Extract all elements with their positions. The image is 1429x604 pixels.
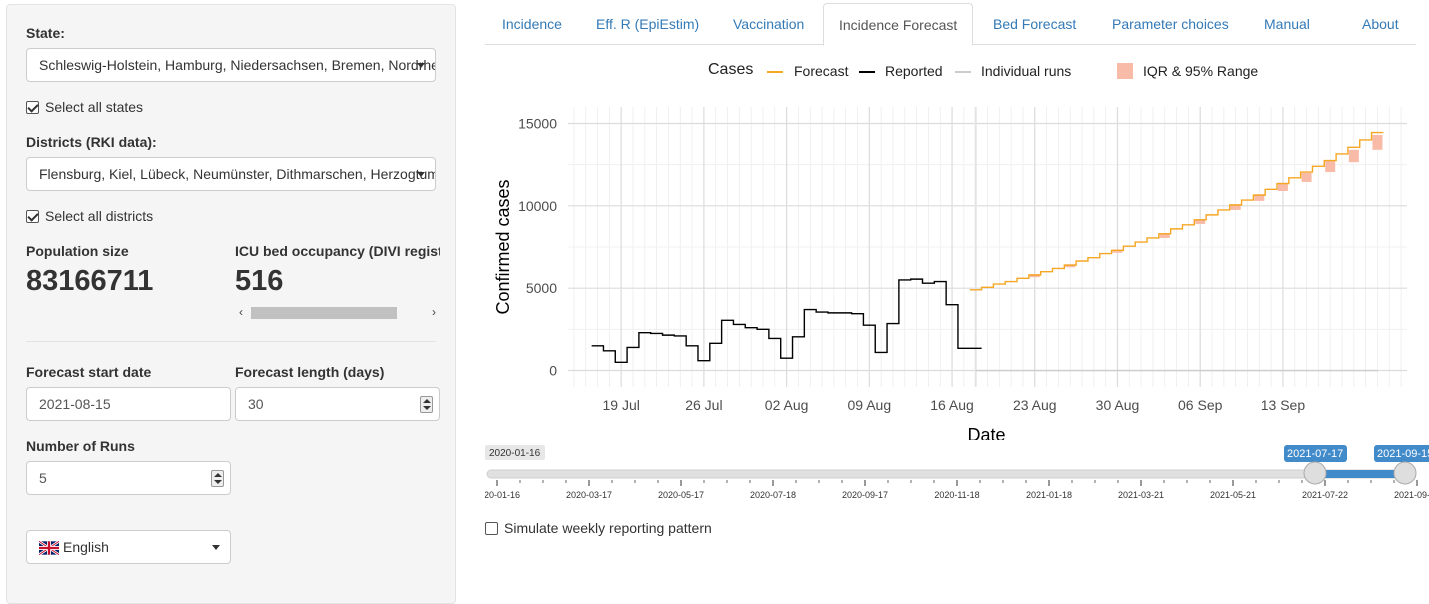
- x-tick-label: 13 Sep: [1261, 397, 1306, 413]
- stepper-icon[interactable]: [211, 470, 224, 487]
- language-value: English: [63, 539, 109, 555]
- scroll-right-icon[interactable]: ›: [432, 305, 436, 319]
- state-label: State:: [26, 25, 65, 41]
- slider-grid-label: 2021-09-15: [1394, 490, 1429, 500]
- slider-grid-label: 2021-03-21: [1118, 490, 1164, 500]
- x-tick-label: 30 Aug: [1096, 397, 1140, 413]
- y-axis-title: Confirmed cases: [493, 179, 513, 314]
- tab-eff-r[interactable]: Eff. R (EpiEstim): [581, 3, 714, 45]
- x-tick-label: 09 Aug: [848, 397, 892, 413]
- y-tick-label: 5000: [526, 280, 557, 296]
- slider-to-handle[interactable]: [1393, 461, 1417, 485]
- tab-bar: Incidence Eff. R (EpiEstim) Vaccination …: [485, 3, 1416, 46]
- slider-grid-label: 2020-03-17: [566, 490, 612, 500]
- y-tick-label: 15000: [518, 115, 557, 131]
- stepper-icon[interactable]: [420, 396, 433, 413]
- x-tick-label: 19 Jul: [602, 397, 639, 413]
- forecast-start-label: Forecast start date: [26, 364, 152, 380]
- population-value: 83166711: [26, 265, 154, 297]
- x-tick-label: 16 Aug: [930, 397, 974, 413]
- tab-incidence[interactable]: Incidence: [487, 3, 577, 45]
- tab-parameter-choices[interactable]: Parameter choices: [1097, 3, 1244, 45]
- x-tick-label: 06 Sep: [1178, 397, 1223, 413]
- icu-label: ICU bed occupancy (DIVI register): [235, 243, 440, 259]
- incidence-forecast-chart: 0 5000 10000 15000 19 Jul 26 Jul 02 Aug 09 Aug 1…: [493, 107, 1407, 440]
- slider-track[interactable]: [486, 469, 1408, 479]
- language-select[interactable]: English: [26, 530, 231, 564]
- districts-select-value: Flensburg, Kiel, Lübeck, Neumünster, Dit…: [39, 166, 436, 182]
- scrollbar-thumb[interactable]: [251, 307, 397, 319]
- checkbox-icon[interactable]: [485, 522, 498, 535]
- slider-grid-label: 2021-05-21: [1210, 490, 1256, 500]
- x-tick-label: 26 Jul: [685, 397, 722, 413]
- range-band-segment: [1325, 160, 1336, 173]
- slider-grid-label: 2020-11-18: [934, 490, 979, 500]
- y-tick-label: 0: [549, 363, 557, 379]
- chevron-down-icon: [417, 172, 425, 177]
- slider-grid-label: 2021-01-18: [1026, 490, 1072, 500]
- checkbox-icon[interactable]: [26, 210, 39, 223]
- slider-grid-label: 2020-05-17: [658, 490, 704, 500]
- state-select-value: Schleswig-Holstein, Hamburg, Niedersachs…: [39, 57, 435, 73]
- select-all-states-checkbox[interactable]: Select all states: [26, 99, 143, 115]
- slider-grid: 2020-01-16 2020-03-17 2020-05-17 2020-07-18…: [485, 480, 1429, 500]
- icu-value: 516: [235, 265, 284, 297]
- divider: [26, 341, 436, 342]
- tab-incidence-forecast[interactable]: Incidence Forecast: [823, 3, 974, 46]
- runs-value: 5: [39, 470, 47, 486]
- tab-vaccination[interactable]: Vaccination: [718, 3, 819, 45]
- forecast-length-input[interactable]: 30: [235, 387, 440, 421]
- range-band-segment: [1348, 149, 1359, 163]
- range-band-segment: [1372, 135, 1383, 150]
- tab-manual[interactable]: Manual: [1249, 3, 1325, 45]
- scroll-left-icon[interactable]: ‹: [239, 305, 243, 319]
- state-select[interactable]: Schleswig-Holstein, Hamburg, Niedersachs…: [26, 48, 436, 82]
- x-tick-label: 02 Aug: [765, 397, 809, 413]
- slider-grid-label: 2021-07-22: [1302, 490, 1348, 500]
- slider-from-label: 2021-07-17: [1287, 448, 1343, 460]
- select-all-districts-label: Select all districts: [45, 208, 154, 224]
- slider-from-handle[interactable]: [1303, 461, 1327, 485]
- icu-scrollbar[interactable]: ‹ ›: [235, 305, 440, 320]
- population-label: Population size: [26, 243, 129, 259]
- forecast-length-label: Forecast length (days): [235, 364, 385, 380]
- uk-flag-icon: [39, 541, 59, 555]
- select-all-states-label: Select all states: [45, 99, 144, 115]
- slider-to-label: 2021-09-15: [1377, 448, 1429, 460]
- slider-grid-label: 2020-09-17: [842, 490, 888, 500]
- y-tick-label: 10000: [518, 198, 557, 214]
- date-range-slider[interactable]: 2020-01-16 2021-07-17 2021-09-15 2020-01…: [485, 440, 1429, 510]
- slider-grid-label: 2020-01-16: [485, 490, 520, 500]
- slider-bar[interactable]: [1315, 470, 1405, 478]
- districts-select[interactable]: Flensburg, Kiel, Lübeck, Neumünster, Dit…: [26, 157, 436, 191]
- checkbox-icon[interactable]: [26, 101, 39, 114]
- runs-input[interactable]: 5: [26, 461, 231, 495]
- forecast-length-value: 30: [248, 396, 264, 412]
- chevron-down-icon: [212, 545, 220, 550]
- slider-min-label: 2020-01-16: [489, 448, 541, 459]
- districts-label: Districts (RKI data):: [26, 134, 157, 150]
- x-tick-label: 23 Aug: [1013, 397, 1057, 413]
- range-band-segment: [1301, 172, 1312, 182]
- tab-bed-forecast[interactable]: Bed Forecast: [978, 3, 1091, 45]
- simulate-weekly-checkbox[interactable]: Simulate weekly reporting pattern: [485, 520, 712, 536]
- chevron-down-icon: [417, 63, 425, 68]
- x-axis-title: Date: [967, 425, 1005, 440]
- tab-about[interactable]: About: [1347, 3, 1414, 45]
- simulate-weekly-label: Simulate weekly reporting pattern: [504, 520, 712, 536]
- slider-grid-label: 2020-07-18: [750, 490, 796, 500]
- select-all-districts-checkbox[interactable]: Select all districts: [26, 208, 153, 224]
- runs-label: Number of Runs: [26, 438, 135, 454]
- forecast-start-input[interactable]: 2021-08-15: [26, 387, 231, 421]
